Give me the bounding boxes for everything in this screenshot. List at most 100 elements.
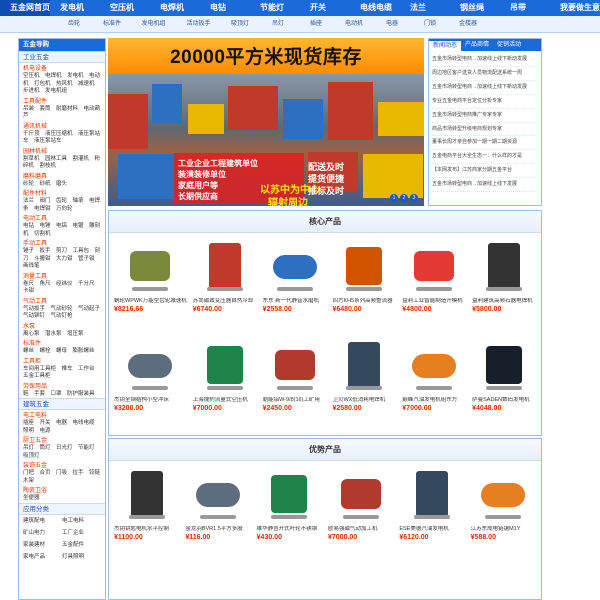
subnav-item-3[interactable]: 活动扳手 bbox=[176, 16, 221, 32]
category-heading[interactable]: 机电设备 bbox=[19, 63, 105, 73]
subnav-item-7[interactable]: 电动机 bbox=[335, 16, 373, 32]
category-items[interactable]: 离心泵 潜水泵 增压泵 bbox=[19, 331, 105, 339]
news-item[interactable]: 五金电商平台大全生态一：什么样的才是 bbox=[432, 150, 538, 165]
news-item[interactable]: 五金市场转型电商→加速线上线下新动发展 bbox=[432, 81, 538, 95]
subnav-item-0[interactable]: 齿轮 bbox=[55, 16, 93, 32]
product-name[interactable]: 巅峰汽油发电机组东方 bbox=[402, 397, 466, 404]
sidebar-section-apps[interactable]: 应用分类 bbox=[19, 502, 105, 515]
product-image[interactable] bbox=[336, 336, 392, 394]
category-heading[interactable]: 通讯机械 bbox=[19, 121, 105, 131]
category-items[interactable]: 鞋 手套 口罩 防护服装具 bbox=[19, 391, 105, 399]
news-item[interactable]: 商品市场转型升级电商规划专家 bbox=[432, 123, 538, 137]
nav-item-1[interactable]: 发电机 bbox=[50, 0, 100, 16]
category-heading[interactable]: 工具柜 bbox=[19, 356, 105, 366]
product-card[interactable]: 益利工业智能制造开模机 ¥4800.00 bbox=[399, 237, 469, 336]
category-items[interactable]: 门把 合页 门吸 拉手 铰链 木架 bbox=[19, 470, 105, 485]
product-name[interactable]: 蜗轮WPWK万能型齿轮减速机 bbox=[114, 298, 187, 305]
product-image[interactable] bbox=[406, 336, 462, 394]
news-item[interactable]: 专业五金电商平台定位分析专家 bbox=[432, 95, 538, 109]
product-name[interactable]: 杰钥全钢结构小型冲床 bbox=[114, 397, 187, 404]
category-items[interactable]: 空压机 电焊机 发电机 电动机 打包机 热风机 减速机 步进机 发电机组 bbox=[19, 73, 105, 96]
category-items[interactable]: 坐便器 bbox=[19, 495, 105, 503]
product-name[interactable]: 维华静吉开式叶轮不锈钢 bbox=[257, 526, 322, 533]
app-category-link[interactable]: 家装建材 bbox=[23, 541, 62, 549]
product-image[interactable] bbox=[197, 336, 253, 394]
product-name[interactable]: 益利工业智能制造开模机 bbox=[402, 298, 466, 305]
category-items[interactable]: 插座 开关 电器 电线电缆 照明 电源 bbox=[19, 420, 105, 435]
sidebar-section-industrial[interactable]: 工业五金 bbox=[19, 51, 105, 63]
app-category-link[interactable]: 工厂企业 bbox=[62, 529, 101, 537]
product-name[interactable]: 勒能铝W-9/8(16)工矿用 bbox=[263, 397, 327, 404]
product-image[interactable] bbox=[267, 336, 323, 394]
subnav-item-5[interactable]: 吊灯 bbox=[259, 16, 297, 32]
category-items[interactable]: 车间用工具柜 推车 工作台 五金工具柜 bbox=[19, 366, 105, 381]
product-name[interactable]: 萨曼SADEN数码发电机 bbox=[472, 397, 536, 404]
subnav-item-2[interactable]: 发电机组 bbox=[131, 16, 176, 32]
product-name[interactable]: ESE美德汽油发电机 bbox=[399, 526, 464, 533]
category-items[interactable]: 气动扳手 气动砂轮 气动起子 气动铆钉 气动钉枪 bbox=[19, 306, 105, 321]
product-name[interactable]: 江苏东成电链锯M1Y bbox=[471, 526, 536, 533]
product-name[interactable]: 金龙羽BVR1.5平方多股 bbox=[185, 526, 250, 533]
product-image[interactable] bbox=[261, 465, 317, 523]
category-items[interactable]: 千斤顶 液压压缩机 液压泵站车 液压泵站车 bbox=[19, 131, 105, 146]
category-items[interactable]: 法兰 阀门 齿轮 轴承 电焊条 电焊钳 万向轮 bbox=[19, 198, 105, 213]
subnav-item-10[interactable]: 金楼器 bbox=[449, 16, 487, 32]
app-category-link[interactable]: 建筑配电 bbox=[23, 517, 62, 525]
subnav-item-4[interactable]: 吸顶灯 bbox=[221, 16, 259, 32]
product-name[interactable]: 杰钥钥匙电机水平控制 bbox=[114, 526, 179, 533]
category-items[interactable]: 螺丝 螺栓 螺母 膨胀螺丝 bbox=[19, 348, 105, 356]
news-item[interactable]: 五金市场转型电商推广专家专家 bbox=[432, 109, 538, 123]
product-image[interactable] bbox=[122, 336, 178, 394]
nav-item-4[interactable]: 电钻 bbox=[200, 0, 250, 16]
nav-item-6[interactable]: 开关 bbox=[300, 0, 350, 16]
category-heading[interactable]: 电工电料 bbox=[19, 410, 105, 420]
app-category-link[interactable]: 矿山电力 bbox=[23, 529, 62, 537]
product-card[interactable]: 蜗轮WPWK万能型齿轮减速机 ¥8216.66 bbox=[111, 237, 190, 336]
product-image[interactable] bbox=[190, 465, 246, 523]
category-items[interactable]: 割草机 园林工具 割灌机 粉碎机 割枝机 bbox=[19, 156, 105, 171]
category-heading[interactable]: 手动工具 bbox=[19, 238, 105, 248]
category-items[interactable]: 吊装 套筒 耐磨材料 电动葫芦 bbox=[19, 106, 105, 121]
product-card[interactable]: 卫贝WX低消耗电焊机 ¥2580.00 bbox=[329, 336, 399, 435]
product-image[interactable] bbox=[476, 237, 532, 295]
category-heading[interactable]: 测量工具 bbox=[19, 271, 105, 281]
product-card[interactable]: 上海捷豹流量式空压机 ¥7000.00 bbox=[190, 336, 260, 435]
category-heading[interactable]: 装饰五金 bbox=[19, 460, 105, 470]
product-card[interactable]: 巅峰汽油发电机组东方 ¥7000.00 bbox=[399, 336, 469, 435]
category-items[interactable]: 锤子 扳手 剪刀 工具包 刻刀 斗搬钳 大力钳 管子钳 画线笔 bbox=[19, 248, 105, 271]
product-image[interactable] bbox=[476, 336, 532, 394]
category-heading[interactable]: 厨卫五金 bbox=[19, 435, 105, 445]
product-card[interactable]: 萨曼SADEN数码发电机 ¥4048.00 bbox=[469, 336, 539, 435]
nav-item-7[interactable]: 电线电缆 bbox=[350, 0, 400, 16]
category-heading[interactable]: 劳保用品 bbox=[19, 381, 105, 391]
nav-item-8[interactable]: 法兰 bbox=[400, 0, 450, 16]
product-image[interactable] bbox=[122, 237, 178, 295]
product-image[interactable] bbox=[475, 465, 531, 523]
product-card[interactable]: 欧易强磁气动加工机 ¥7000.00 bbox=[325, 465, 396, 564]
category-items[interactable]: 砂轮 砂纸 磨头 bbox=[19, 181, 105, 189]
product-name[interactable]: 益利建筑高频石器电焊机 bbox=[472, 298, 536, 305]
promo-banner[interactable]: 20000平方米现货库存 工业企业工程建筑单位 装潢装修单位 家庭用户等 长期供… bbox=[108, 38, 424, 206]
product-card[interactable]: 东东 新一代静音水磨机 ¥2558.00 bbox=[260, 237, 330, 336]
product-image[interactable] bbox=[336, 237, 392, 295]
tab-product-info[interactable]: 产品商情 bbox=[461, 39, 493, 51]
product-image[interactable] bbox=[119, 465, 175, 523]
nav-item-5[interactable]: 节能灯 bbox=[250, 0, 300, 16]
app-category-link[interactable]: 五金配件 bbox=[62, 541, 101, 549]
news-item[interactable]: 五金市场转型电商→加速线上线下新动发展 bbox=[432, 53, 538, 67]
product-image[interactable] bbox=[197, 237, 253, 295]
category-heading[interactable]: 电动工具 bbox=[19, 213, 105, 223]
app-category-link[interactable]: 家电产品 bbox=[23, 553, 62, 561]
nav-item-0[interactable]: 五金网首页 bbox=[0, 0, 50, 16]
product-name[interactable]: 四方KH5系列高频整流器 bbox=[332, 298, 396, 305]
nav-item-10[interactable]: 吊带 bbox=[500, 0, 550, 16]
category-items[interactable]: 电钻 电锤 电镐 电锯 雕刻机 切割机 bbox=[19, 223, 105, 238]
news-item[interactable]: 【本网发布】江苏商家分期五金平台 bbox=[432, 164, 538, 179]
category-heading[interactable]: 水泵 bbox=[19, 321, 105, 331]
product-name[interactable]: 东东 新一代静音水磨机 bbox=[263, 298, 327, 305]
product-card[interactable]: 杰钥钥匙电机水平控制 ¥1100.00 bbox=[111, 465, 182, 564]
product-card[interactable]: 勒能铝W-9/8(16)工矿用 ¥2450.00 bbox=[260, 336, 330, 435]
nav-item-11[interactable]: 我要做生意 bbox=[550, 0, 600, 16]
subnav-item-9[interactable]: 门锁 bbox=[411, 16, 449, 32]
nav-item-3[interactable]: 电焊机 bbox=[150, 0, 200, 16]
